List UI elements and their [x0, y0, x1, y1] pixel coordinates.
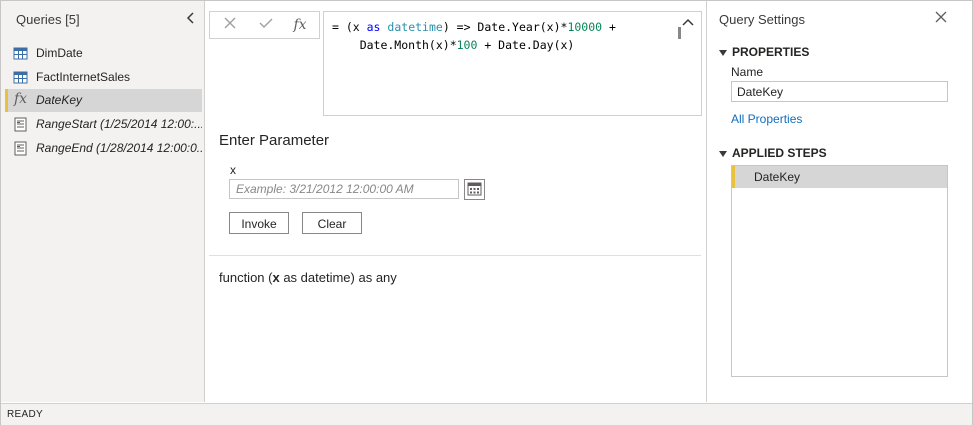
query-item-label: DimDate — [36, 46, 83, 60]
applied-step-item[interactable]: DateKey — [732, 166, 947, 188]
table-icon — [13, 70, 28, 85]
formula-text: = (x as datetime) => Date.Year(x)*10000 … — [332, 20, 616, 52]
query-item-label: FactInternetSales — [36, 70, 131, 84]
query-item-factinternetsales[interactable]: FactInternetSales — [5, 66, 202, 89]
query-item-label: RangeStart (1/25/2014 12:00:... — [36, 117, 202, 131]
query-item-rangestart[interactable]: RangeStart (1/25/2014 12:00:... — [5, 113, 202, 136]
query-item-datekey[interactable]: fx DateKey — [5, 89, 202, 112]
status-bar: READY — [1, 403, 972, 425]
chevron-up-icon[interactable] — [681, 16, 695, 30]
parameter-value-input[interactable] — [229, 179, 459, 199]
parameter-icon — [13, 141, 28, 156]
calendar-icon[interactable] — [464, 179, 485, 200]
all-properties-link[interactable]: All Properties — [731, 112, 802, 126]
query-item-label: DateKey — [36, 93, 83, 107]
fx-icon[interactable]: fx — [290, 15, 310, 35]
query-settings-pane: Query Settings PROPERTIES Name All Prope… — [706, 1, 972, 402]
formula-editor[interactable]: = (x as datetime) => Date.Year(x)*10000 … — [323, 11, 702, 116]
queries-header: Queries [5] — [16, 12, 80, 27]
table-icon — [13, 46, 28, 61]
function-icon: fx — [14, 91, 28, 107]
collapse-chevron-icon[interactable] — [186, 11, 198, 25]
queries-pane: Queries [5] DimDate FactInternetSales fx… — [1, 1, 205, 402]
status-text: READY — [7, 409, 43, 420]
cancel-icon[interactable] — [220, 15, 240, 35]
enter-parameter-title: Enter Parameter — [219, 132, 330, 149]
query-settings-title: Query Settings — [719, 12, 805, 27]
applied-step-label: DateKey — [754, 170, 801, 184]
properties-header[interactable]: PROPERTIES — [719, 45, 809, 59]
formula-buttons: fx — [209, 11, 320, 39]
commit-check-icon[interactable] — [256, 15, 276, 35]
name-label: Name — [731, 65, 764, 79]
triangle-down-icon — [719, 150, 727, 157]
clear-button[interactable]: Clear — [302, 212, 362, 234]
query-item-label: RangeEnd (1/28/2014 12:00:0... — [36, 141, 202, 155]
parameter-icon — [13, 117, 28, 132]
applied-steps-list: DateKey — [731, 165, 948, 377]
applied-steps-header[interactable]: APPLIED STEPS — [719, 146, 827, 160]
parameter-name-label: x — [230, 163, 236, 177]
invoke-button[interactable]: Invoke — [229, 212, 289, 234]
query-name-input[interactable] — [731, 81, 948, 102]
query-item-rangeend[interactable]: RangeEnd (1/28/2014 12:00:0... — [5, 137, 202, 160]
function-signature: function (x as datetime) as any — [219, 270, 397, 285]
close-icon[interactable] — [933, 10, 949, 26]
divider — [209, 255, 701, 256]
triangle-down-icon — [719, 49, 727, 56]
query-item-dimdate[interactable]: DimDate — [5, 42, 202, 65]
